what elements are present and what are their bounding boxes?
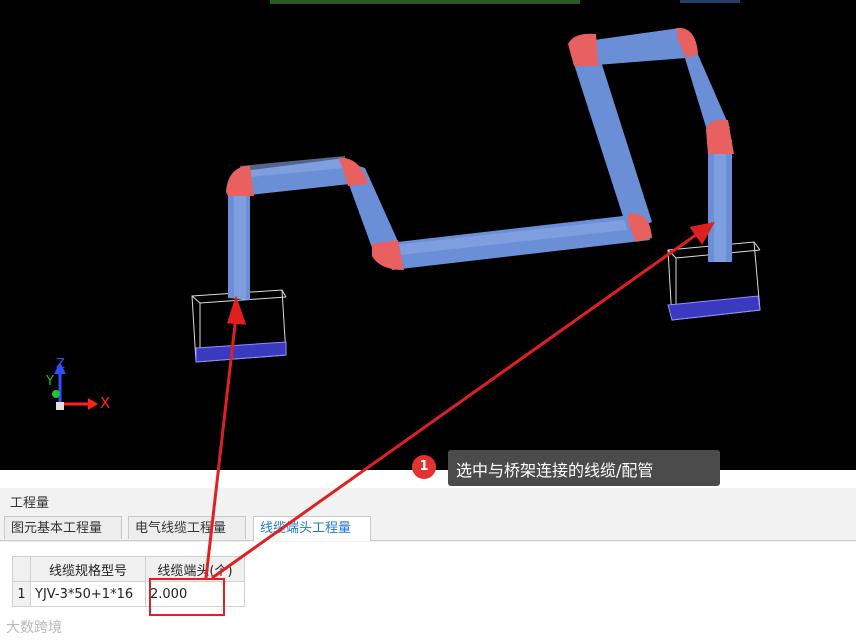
step-badge: 1 <box>412 455 436 479</box>
left-box[interactable] <box>191 289 287 363</box>
model-scene[interactable] <box>0 0 856 470</box>
tab-cable-quantity[interactable]: 电气线缆工程量 <box>128 516 246 539</box>
axis-y-label: Y <box>46 374 54 389</box>
watermark: 大数跨境 <box>6 620 62 636</box>
axis-z-label: Z <box>56 357 65 372</box>
cell-spec[interactable]: YJV-3*50+1*16 <box>30 581 146 607</box>
row-number-header <box>12 556 31 582</box>
quantity-panel: 工程量 图元基本工程量 电气线缆工程量 线缆端头工程量 线缆规格型号 线缆端头(… <box>0 488 856 642</box>
axis-x-label: X <box>100 394 111 412</box>
column-header-spec[interactable]: 线缆规格型号 <box>30 556 146 582</box>
cable-tray[interactable] <box>228 28 732 300</box>
row-number[interactable]: 1 <box>12 581 31 607</box>
3d-viewport[interactable]: Z Y X <box>0 0 856 470</box>
tab-bar: 图元基本工程量 电气线缆工程量 线缆端头工程量 <box>0 516 856 541</box>
panel-title: 工程量 <box>10 496 50 511</box>
highlight-box <box>149 578 225 616</box>
tab-cable-terminal-quantity[interactable]: 线缆端头工程量 <box>253 516 371 541</box>
table-area: 线缆规格型号 线缆端头(个) 1 YJV-3*50+1*16 2.000 <box>0 542 856 642</box>
callout-text: 选中与桥架连接的线缆/配管 <box>456 461 654 480</box>
tab-basic-quantity[interactable]: 图元基本工程量 <box>4 516 122 539</box>
